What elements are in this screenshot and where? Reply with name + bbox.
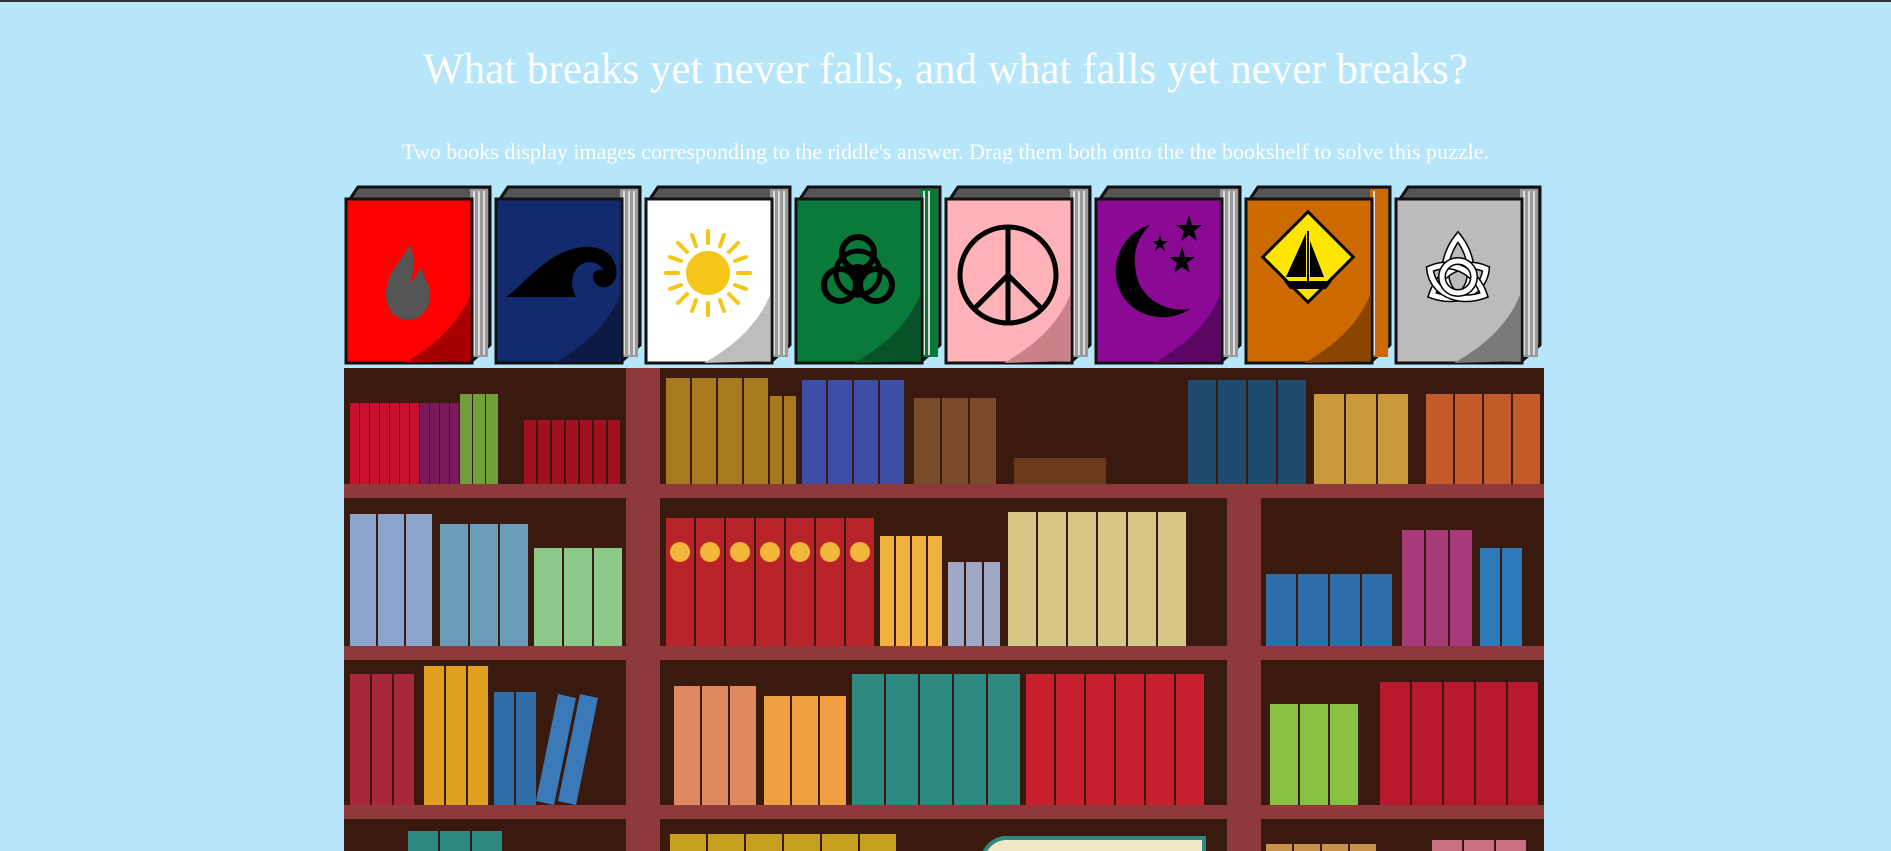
- bookshelf-dropzone[interactable]: [344, 368, 1544, 851]
- sun-icon: [664, 229, 752, 317]
- book-sailboat-graphic: [1244, 185, 1392, 365]
- riddle-instructions: Two books display images corresponding t…: [402, 139, 1489, 164]
- book-wave[interactable]: [494, 185, 644, 365]
- book-fire[interactable]: [344, 185, 494, 365]
- book-night-graphic: [1094, 185, 1242, 365]
- book-peace-graphic: [944, 185, 1092, 365]
- book-sailboat[interactable]: [1244, 185, 1394, 365]
- book-night[interactable]: [1094, 185, 1244, 365]
- book-triquetra-graphic: [1394, 185, 1542, 365]
- bookshelf-graphic: [344, 368, 1544, 851]
- book-wave-graphic: [494, 185, 642, 365]
- book-sun-graphic: [644, 185, 792, 365]
- riddle-title: What breaks yet never falls, and what fa…: [423, 46, 1468, 93]
- book-fire-graphic: [344, 185, 492, 365]
- book-triquetra[interactable]: [1394, 185, 1544, 365]
- book-tray: [344, 185, 1544, 365]
- book-biohazard-graphic: [794, 185, 942, 365]
- book-biohazard[interactable]: [794, 185, 944, 365]
- book-peace[interactable]: [944, 185, 1094, 365]
- book-sun[interactable]: [644, 185, 794, 365]
